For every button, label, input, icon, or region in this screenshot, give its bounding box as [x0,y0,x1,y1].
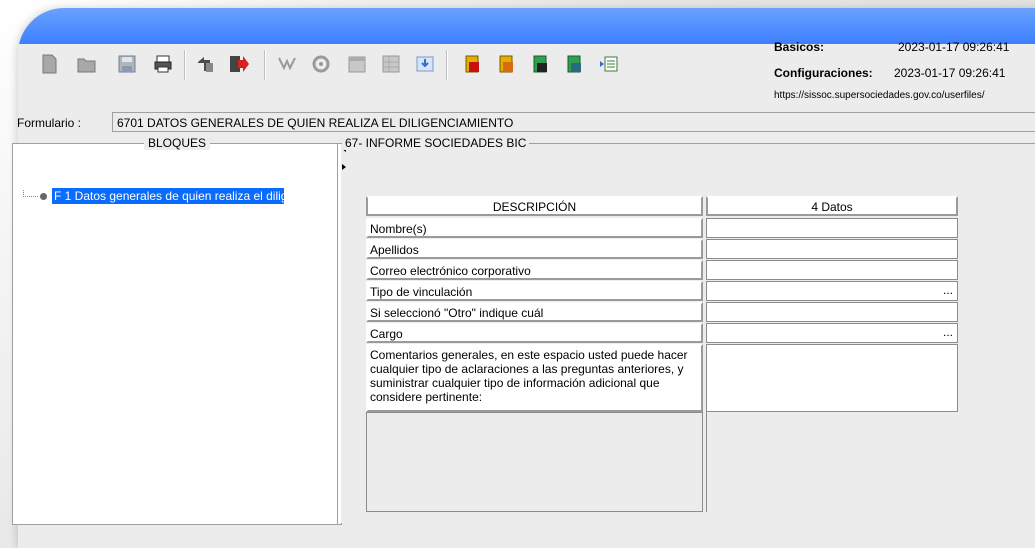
row-input[interactable]: ... [706,323,958,343]
row-label: Si seleccionó "Otro" indique cuál [366,302,703,322]
calendar-icon[interactable] [346,53,368,75]
export-icon[interactable] [228,53,250,75]
row-label: Apellidos [366,239,703,259]
basicos-label: Basicos: [774,40,825,54]
tree-item-label[interactable]: F 1 Datos generales de quien realiza el … [52,188,284,204]
userfiles-url: https://sissoc.supersociedades.gov.co/us… [774,90,985,101]
tree-node-icon [40,192,47,200]
form-row: Formulario : 6701 DATOS GENERALES DE QUI… [0,112,1035,134]
row-label: Tipo de vinculación [366,281,703,301]
tree-connector [23,189,38,197]
config-timestamp: 2023-01-17 09:26:41 [894,66,1006,80]
title-bar [18,8,1035,44]
validate-icon[interactable] [276,53,298,75]
table-icon[interactable] [380,53,402,75]
config-label: Configuraciones: [774,66,873,80]
empty-area-left [366,412,703,512]
report-green-icon[interactable] [530,53,552,75]
new-document-icon[interactable] [38,53,60,75]
row-input[interactable] [706,218,958,238]
report-red-icon[interactable] [462,53,484,75]
form-field[interactable]: 6701 DATOS GENERALES DE QUIEN REALIZA EL… [112,112,1035,132]
row-input[interactable] [706,344,958,412]
open-folder-icon[interactable] [76,53,98,75]
tree-item-f1[interactable]: F 1 Datos generales de quien realiza el … [23,188,284,204]
informe-legend: 67- INFORME SOCIEDADES BIC [342,136,530,150]
form-label: Formulario : [17,116,82,130]
header-descripcion: DESCRIPCIÓN [366,196,703,216]
row-label: Correo electrónico corporativo [366,260,703,280]
row-input[interactable] [706,239,958,259]
import-icon[interactable] [194,53,216,75]
ellipsis-button[interactable]: ... [943,325,953,339]
row-label: Nombre(s) [366,218,703,238]
bloques-legend: BLOQUES [13,136,341,150]
report-orange-icon[interactable] [496,53,518,75]
toolbar-separator [264,50,266,80]
list-icon[interactable] [598,53,620,75]
row-input[interactable]: ... [706,281,958,301]
row-input[interactable] [706,260,958,280]
row-input[interactable] [706,302,958,322]
column-divider [706,412,711,512]
save-icon[interactable] [116,53,138,75]
toolbar-separator [446,50,448,80]
settings-icon[interactable] [310,53,332,75]
print-icon[interactable] [152,53,174,75]
row-label: Cargo [366,323,703,343]
download-icon[interactable] [414,53,436,75]
ellipsis-button[interactable]: ... [943,283,953,297]
basicos-timestamp: 2023-01-17 09:26:41 [898,40,1010,54]
header-datos: 4 Datos [706,196,958,216]
report-teal-icon[interactable] [564,53,586,75]
bloques-panel: BLOQUES F 1 Datos generales de quien rea… [12,136,342,525]
row-label: Comentarios generales, en este espacio u… [366,344,703,412]
toolbar-separator [184,50,186,80]
